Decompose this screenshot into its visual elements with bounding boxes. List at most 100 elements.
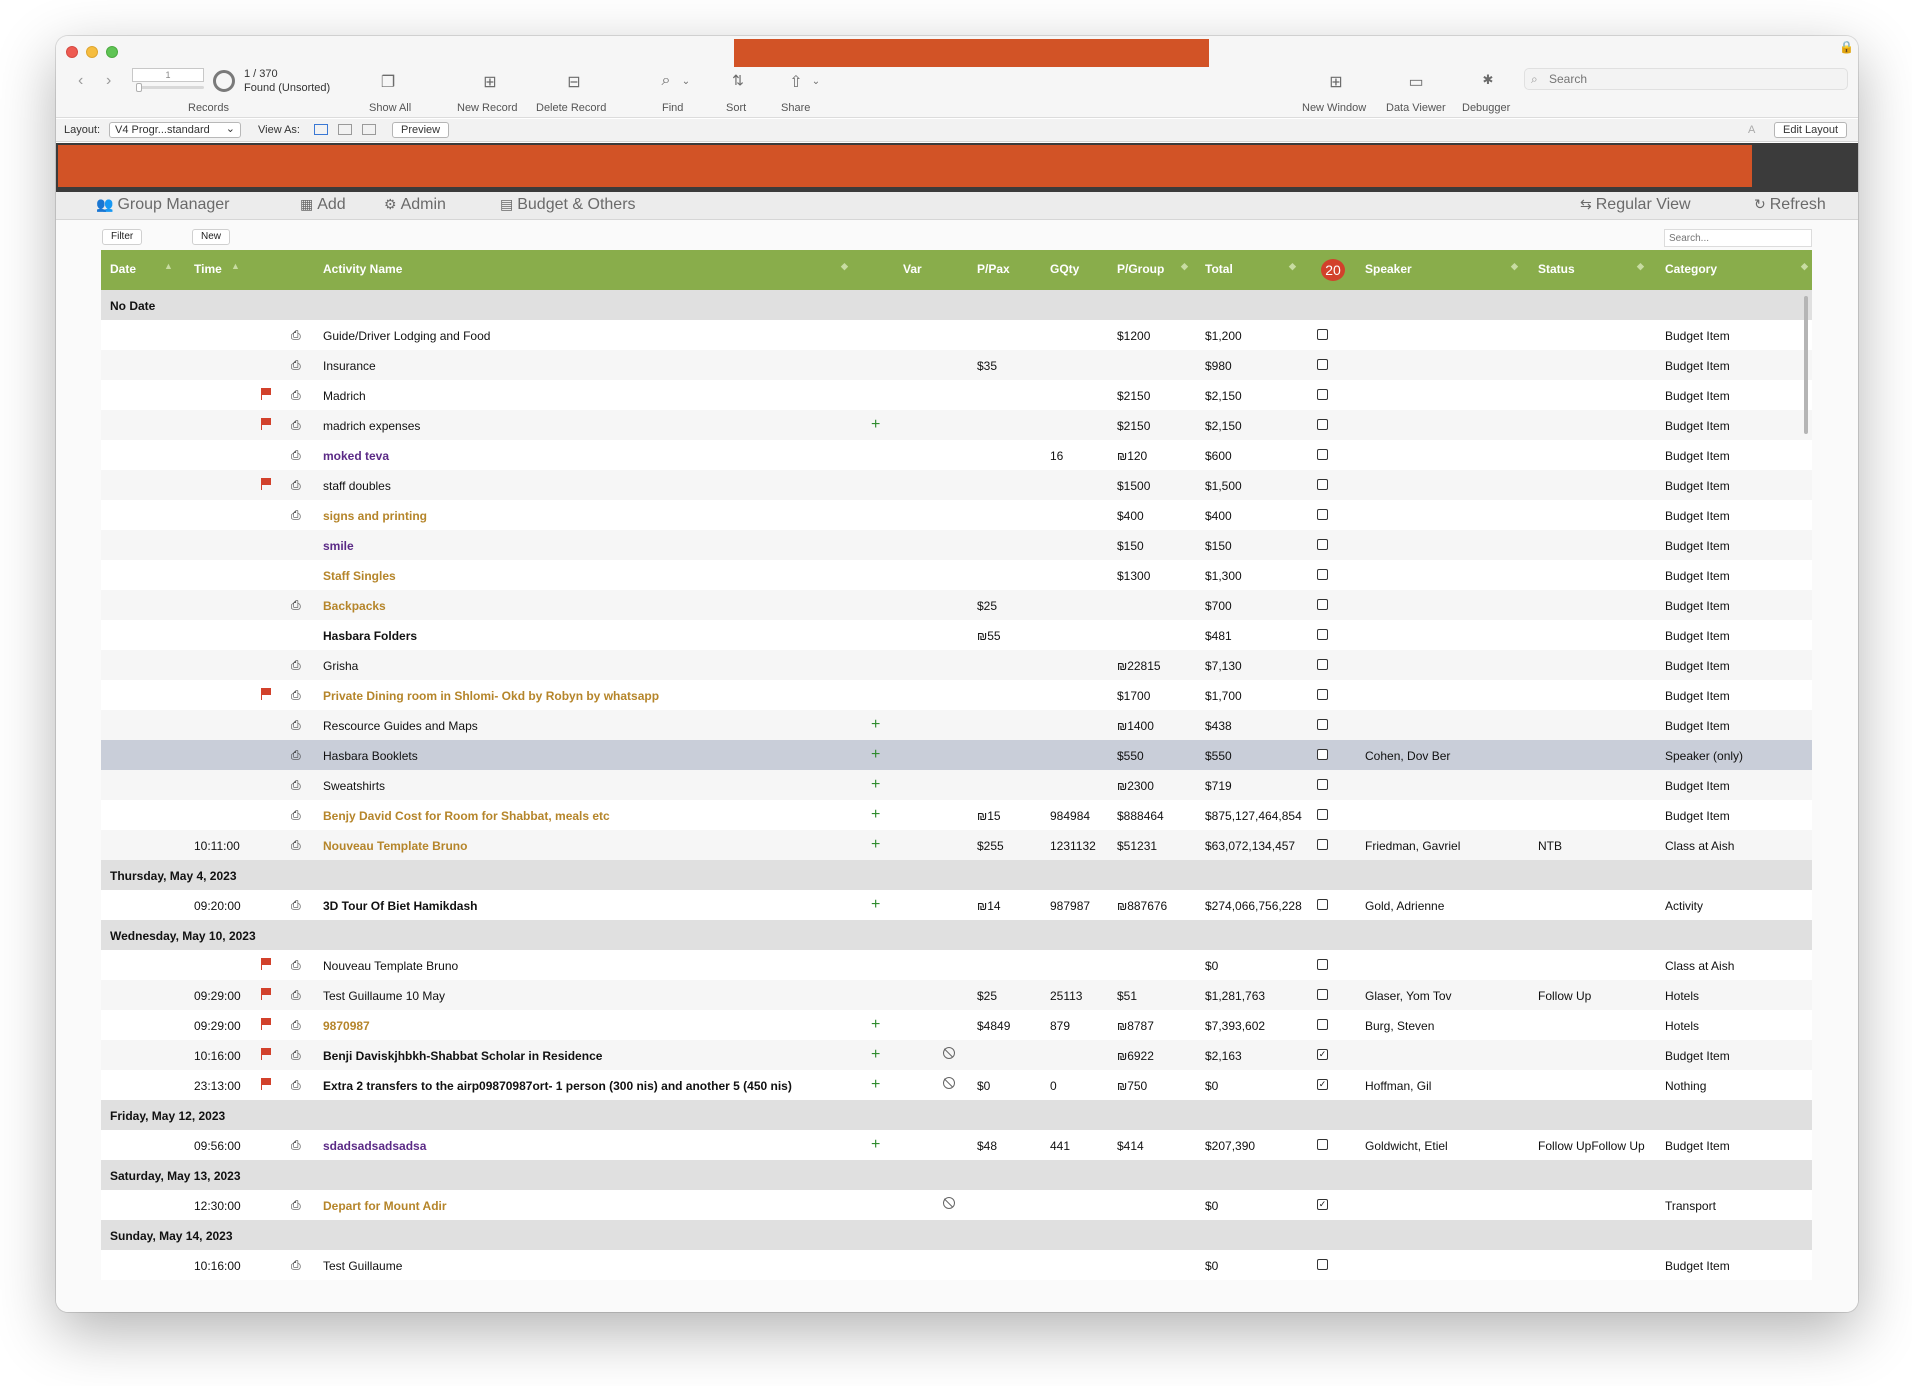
- flag-icon[interactable]: [261, 958, 271, 970]
- activity-name-cell[interactable]: Rescource Guides and Maps: [323, 719, 478, 733]
- activity-name-cell[interactable]: Madrich: [323, 389, 366, 403]
- print-icon[interactable]: ⎙: [291, 808, 301, 823]
- print-icon[interactable]: ⎙: [291, 478, 301, 493]
- share-button[interactable]: Share: [781, 102, 810, 114]
- flag-icon[interactable]: [261, 1048, 271, 1060]
- sort-arrows-icon[interactable]: ◆: [1637, 261, 1644, 272]
- chevron-down-icon[interactable]: ⌄: [676, 76, 696, 87]
- activity-name-cell[interactable]: Private Dining room in Shlomi- Okd by Ro…: [323, 689, 659, 703]
- sort-arrows-icon[interactable]: ◆: [841, 261, 848, 272]
- row-checkbox[interactable]: [1317, 809, 1328, 820]
- toolbar-search[interactable]: ⌕: [1524, 68, 1848, 90]
- row-checkbox[interactable]: [1317, 689, 1328, 700]
- group-header-row[interactable]: Friday, May 12, 2023: [101, 1100, 1812, 1130]
- print-icon[interactable]: ⎙: [291, 718, 301, 733]
- row-checkbox[interactable]: ✓: [1317, 1079, 1328, 1090]
- print-icon[interactable]: ⎙: [291, 898, 301, 913]
- filter-button[interactable]: Filter: [102, 229, 143, 245]
- new-window-icon[interactable]: ⊞: [1326, 72, 1346, 92]
- refresh-button[interactable]: ↻ Refresh: [1754, 196, 1826, 214]
- table-view-icon[interactable]: [362, 124, 376, 135]
- group-header-row[interactable]: Sunday, May 14, 2023: [101, 1220, 1812, 1250]
- print-icon[interactable]: ⎙: [291, 838, 301, 853]
- activity-name-cell[interactable]: Nouveau Template Bruno: [323, 839, 467, 853]
- print-icon[interactable]: ⎙: [291, 1198, 301, 1213]
- flag-icon[interactable]: [261, 688, 271, 700]
- admin-menu[interactable]: ⚙ Admin: [384, 196, 446, 214]
- col-ppax[interactable]: P/Pax: [977, 262, 1010, 276]
- add-icon[interactable]: +: [871, 1046, 880, 1064]
- row-checkbox[interactable]: [1317, 839, 1328, 850]
- row-checkbox[interactable]: [1317, 1259, 1328, 1270]
- sort-arrows-icon[interactable]: ▲: [164, 261, 173, 271]
- row-checkbox[interactable]: [1317, 959, 1328, 970]
- previous-record-icon[interactable]: ‹: [78, 72, 83, 90]
- layout-select[interactable]: V4 Progr...standard ⌄: [109, 122, 241, 138]
- col-category[interactable]: Category: [1665, 262, 1717, 276]
- sort-arrows-icon[interactable]: ◆: [1181, 261, 1188, 272]
- add-icon[interactable]: +: [871, 746, 880, 764]
- group-header-row[interactable]: No Date: [101, 290, 1812, 320]
- chevron-down-icon[interactable]: ⌄: [806, 76, 826, 87]
- row-checkbox[interactable]: [1317, 539, 1328, 550]
- activity-name-cell[interactable]: sdadsadsadsadsa: [323, 1139, 426, 1153]
- table-row[interactable]: 23:13:00 ⎙ Extra 2 transfers to the airp09…: [101, 1070, 1812, 1100]
- sort-button[interactable]: Sort: [726, 102, 746, 114]
- col-time[interactable]: Time: [194, 262, 222, 276]
- list-search-input[interactable]: [1664, 229, 1812, 247]
- table-row[interactable]: ⎙ Madrich $2150 $2,150 Budget Item: [101, 380, 1812, 410]
- activity-name-cell[interactable]: Sweatshirts: [323, 779, 385, 793]
- table-row[interactable]: ⎙ Backpacks $25 $700 Budget Item: [101, 590, 1812, 620]
- row-checkbox[interactable]: [1317, 479, 1328, 490]
- add-icon[interactable]: +: [871, 806, 880, 824]
- add-icon[interactable]: +: [871, 1136, 880, 1154]
- print-icon[interactable]: ⎙: [291, 598, 301, 613]
- print-icon[interactable]: ⎙: [291, 958, 301, 973]
- record-slider[interactable]: [136, 86, 204, 89]
- toolbar-search-input[interactable]: [1549, 72, 1839, 86]
- add-icon[interactable]: +: [871, 896, 880, 914]
- row-checkbox[interactable]: [1317, 629, 1328, 640]
- row-checkbox[interactable]: [1317, 569, 1328, 580]
- record-number-input[interactable]: 1: [132, 68, 204, 82]
- find-icon[interactable]: ⌕: [656, 72, 676, 90]
- activity-name-cell[interactable]: 3D Tour Of Biet Hamikdash: [323, 899, 477, 913]
- activity-name-cell[interactable]: Insurance: [323, 359, 376, 373]
- add-menu[interactable]: ▦ Add: [300, 196, 346, 214]
- add-icon[interactable]: +: [871, 416, 880, 434]
- row-checkbox[interactable]: [1317, 419, 1328, 430]
- row-checkbox[interactable]: ✓: [1317, 1049, 1328, 1060]
- table-row[interactable]: ⎙ Insurance $35 $980 Budget Item: [101, 350, 1812, 380]
- table-row[interactable]: ⎙ signs and printing $400 $400 Budget Item: [101, 500, 1812, 530]
- add-icon[interactable]: +: [871, 1016, 880, 1034]
- table-row[interactable]: ⎙ madrich expenses + $2150 $2,150 Budget Item: [101, 410, 1812, 440]
- table-row[interactable]: 10:16:00 ⎙ Test Guillaume $0 Budget Item: [101, 1250, 1812, 1280]
- table-row[interactable]: ⎙ Guide/Driver Lodging and Food $1200 $1,20…: [101, 320, 1812, 350]
- activity-name-cell[interactable]: staff doubles: [323, 479, 391, 493]
- activity-name-cell[interactable]: Benji Daviskjhbkh-Shabbat Scholar in Res…: [323, 1049, 602, 1063]
- debugger-icon[interactable]: ✱: [1478, 72, 1498, 88]
- record-slider-knob[interactable]: [136, 83, 142, 92]
- zoom-window-button[interactable]: [106, 46, 118, 58]
- activity-name-cell[interactable]: Hasbara Booklets: [323, 749, 418, 763]
- list-view-icon[interactable]: [338, 124, 352, 135]
- add-icon[interactable]: +: [871, 836, 880, 854]
- col-date[interactable]: Date: [110, 262, 136, 276]
- activity-name-cell[interactable]: Test Guillaume: [323, 1259, 402, 1273]
- activity-name-cell[interactable]: Grisha: [323, 659, 358, 673]
- row-checkbox[interactable]: [1317, 449, 1328, 460]
- form-view-icon[interactable]: [314, 124, 328, 135]
- col-var[interactable]: Var: [903, 262, 922, 276]
- table-row[interactable]: ⎙ Sweatshirts + ₪2300 $719 Budget Item: [101, 770, 1812, 800]
- activity-name-cell[interactable]: Test Guillaume 10 May: [323, 989, 445, 1003]
- activity-name-cell[interactable]: 9870987: [323, 1019, 370, 1033]
- scrollbar-thumb[interactable]: [1804, 296, 1808, 434]
- activity-name-cell[interactable]: Staff Singles: [323, 569, 396, 583]
- new-record-button[interactable]: New Record: [457, 102, 518, 114]
- table-row[interactable]: ⎙ Benjy David Cost for Room for Shabbat, …: [101, 800, 1812, 830]
- delete-record-icon[interactable]: ⊟: [564, 72, 584, 92]
- print-icon[interactable]: ⎙: [291, 658, 301, 673]
- row-checkbox[interactable]: [1317, 359, 1328, 370]
- sort-arrows-icon[interactable]: ▲: [231, 261, 240, 271]
- activity-name-cell[interactable]: Guide/Driver Lodging and Food: [323, 329, 490, 343]
